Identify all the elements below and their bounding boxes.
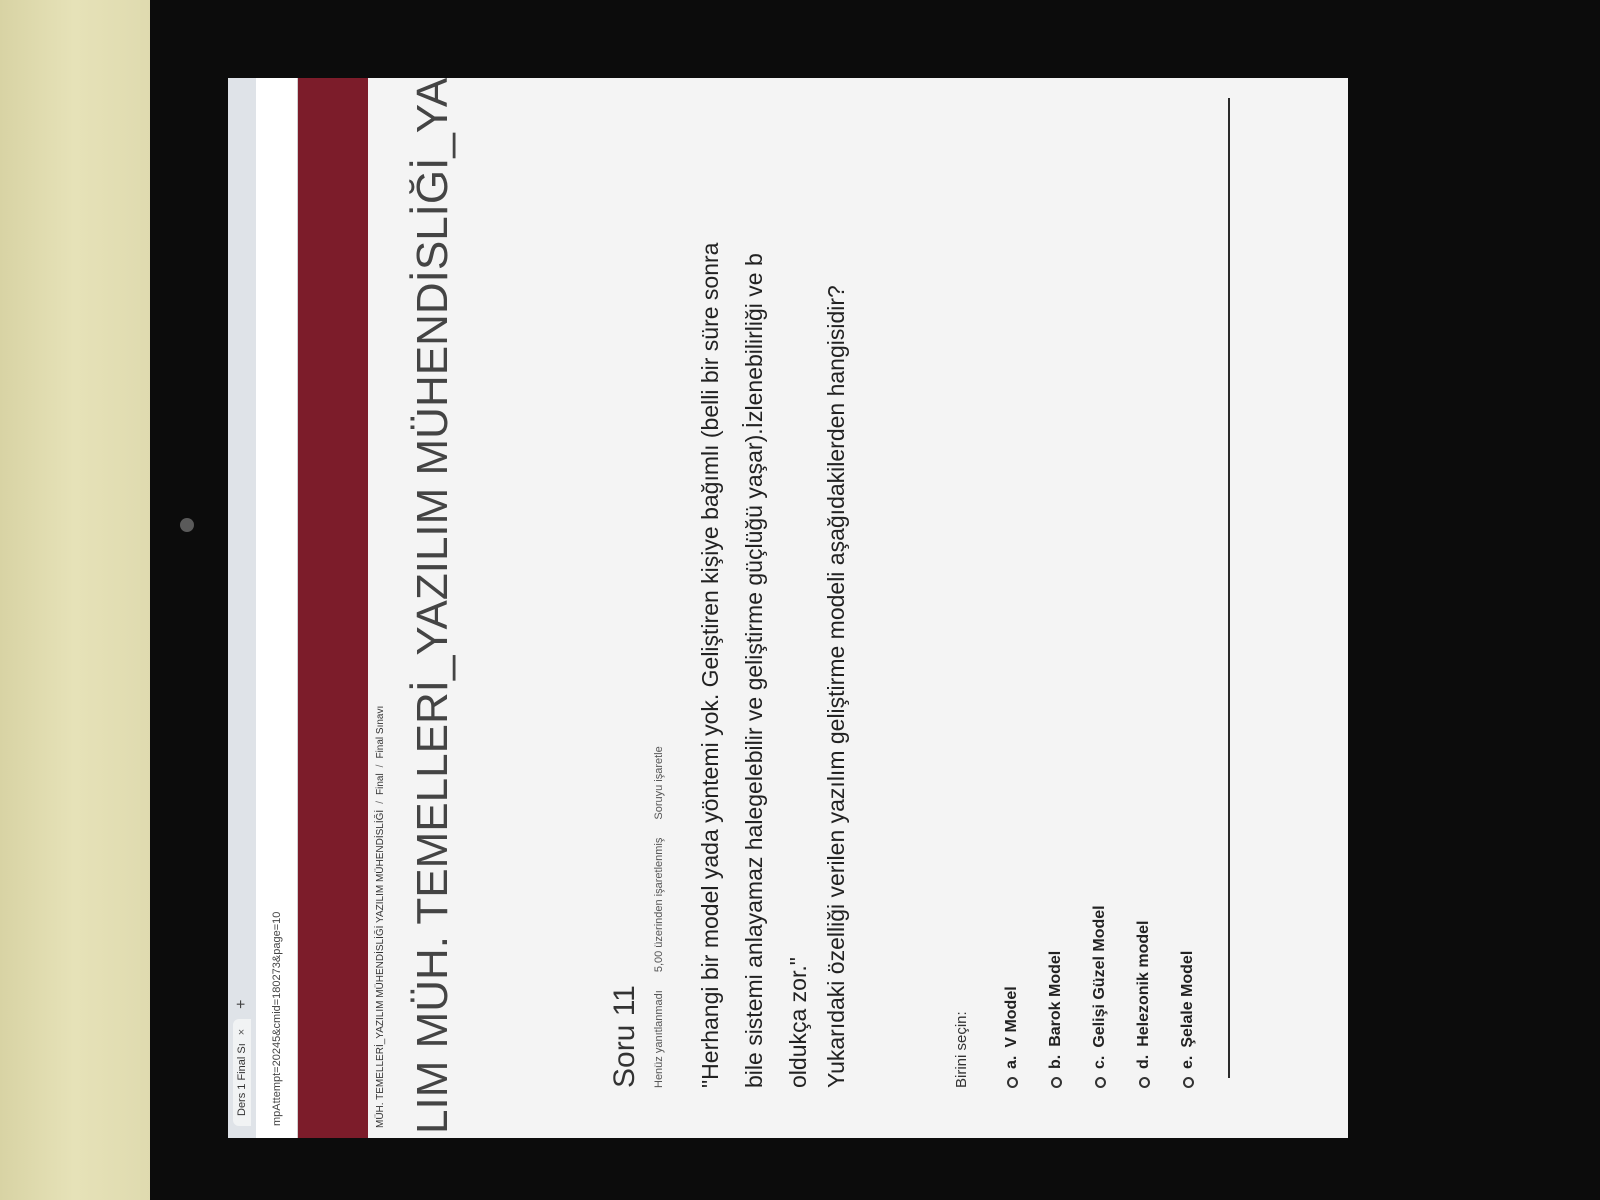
breadcrumb-separator: / [374,801,386,804]
answer-option-c[interactable]: c. Gelişi Güzel Model [1078,588,1122,1088]
address-bar[interactable]: mpAttempt=20245&cmid=180273&page=10 [256,78,298,1138]
browser-window: Ders 1 Final Sı × + mpAttempt=20245&cmid… [228,78,1348,1138]
option-letter: c. [1091,1055,1108,1069]
option-letter: d. [1135,1054,1152,1069]
breadcrumb-final[interactable]: Final [375,773,386,795]
option-label: Helezonik model [1135,920,1152,1047]
answer-option-b[interactable]: b. Barok Model [1034,588,1078,1088]
option-label: Şelale Model [1179,950,1196,1048]
close-tab-icon[interactable]: × [236,1029,248,1035]
option-label: V Model [1003,986,1020,1048]
new-tab-button[interactable]: + [233,999,251,1008]
tab-bar: Ders 1 Final Sı × + [228,78,256,1138]
answer-option-a[interactable]: a. V Model [990,588,1034,1088]
breadcrumb-separator: / [374,764,386,768]
webcam [180,518,194,532]
question-points: 5,00 üzerinden işaretlenmiş [653,837,665,973]
site-header [298,78,368,1138]
question-text-line: "Herhangi bir model yada yöntemi yok. Ge… [697,242,723,1088]
tab-title: Ders 1 Final Sı [236,1043,248,1116]
radio-button[interactable] [1006,1077,1018,1088]
question-title: Soru 11 [608,985,641,1088]
question-info: Henüz yanıtlanmadı 5,00 üzerinden işaret… [653,746,665,1088]
answer-option-e[interactable]: e. Şelale Model [1166,588,1210,1088]
option-label: Barok Model [1047,950,1064,1047]
page-title: LIM MÜH. TEMELLERİ_YAZILIM MÜHENDİSLİĞİ_… [408,78,457,1134]
divider [1228,98,1230,1078]
question-status: Henüz yanıtlanmadı [653,990,665,1088]
breadcrumb-course[interactable]: MÜH. TEMELLERİ_YAZILIM MÜHENDİSLİĞİ YAZI… [375,810,386,1128]
option-letter: a. [1003,1055,1020,1069]
option-letter: b. [1047,1054,1064,1069]
option-letter: e. [1179,1055,1196,1069]
question-text-line: bile sistemi anlayamaz halegelebilir ve … [741,253,767,1088]
option-label: Gelişi Güzel Model [1091,905,1108,1048]
url-text: mpAttempt=20245&cmid=180273&page=10 [270,911,283,1126]
choose-label: Birini seçin: [953,1011,970,1088]
question-text: "Herhangi bir model yada yöntemi yok. Ge… [688,88,820,1088]
answer-option-d[interactable]: d. Helezonik model [1122,588,1166,1088]
flag-question-link[interactable]: Soruyu işaretle [653,746,665,819]
question-prompt: Yukarıdaki özelliği verilen yazılım geli… [823,285,849,1088]
question-text-line: oldukça zor." [785,957,811,1088]
radio-button[interactable] [1094,1077,1106,1088]
monitor-screen: Ders 1 Final Sı × + mpAttempt=20245&cmid… [228,78,1348,1138]
breadcrumb: MÜH. TEMELLERİ_YAZILIM MÜHENDİSLİĞİ YAZI… [368,78,392,1138]
radio-button[interactable] [1182,1077,1194,1088]
radio-button[interactable] [1050,1077,1062,1088]
radio-button[interactable] [1138,1077,1150,1088]
breadcrumb-exam[interactable]: Final Sınavı [375,706,386,759]
answer-options: a. V Model b. Barok Model c. Gelişi Güze… [990,588,1210,1088]
browser-tab[interactable]: Ders 1 Final Sı × [233,1018,251,1126]
